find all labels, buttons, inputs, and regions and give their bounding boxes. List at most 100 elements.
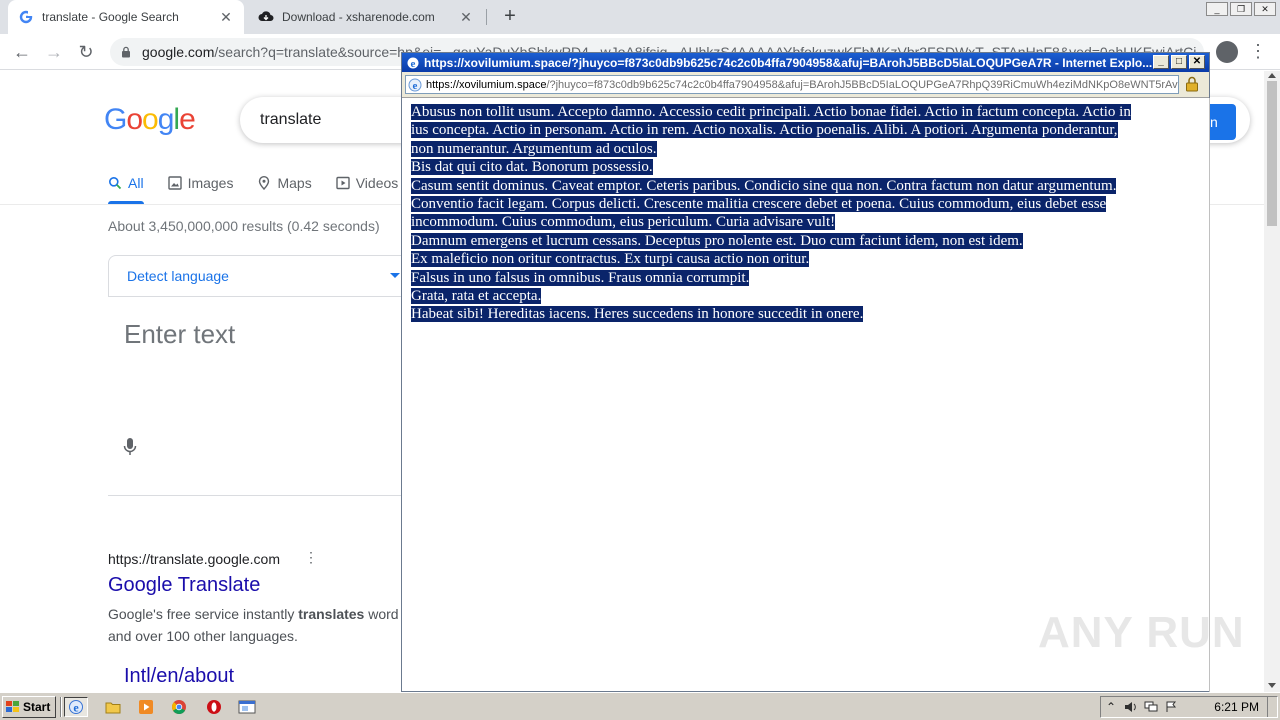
minimize-icon[interactable]: _ — [1153, 55, 1169, 69]
system-tray: ⌃ 6:21 PM — [1100, 696, 1278, 718]
selected-text-line: Casum sentit dominus. Caveat emptor. Cet… — [411, 177, 1189, 195]
microphone-icon[interactable] — [122, 437, 138, 457]
close-tab-icon[interactable]: ✕ — [458, 9, 474, 25]
result-snippet: Google's free service instantly translat… — [108, 603, 408, 647]
network-icon[interactable] — [1141, 699, 1161, 715]
selected-text[interactable]: Abusus non tollit usum. Accepto damno. A… — [411, 104, 1131, 120]
tab-title: Download - xsharenode.com — [282, 10, 435, 24]
new-tab-button[interactable]: + — [498, 5, 522, 29]
window-icon[interactable] — [235, 697, 259, 717]
ie-window-edge — [1209, 98, 1210, 692]
scrollbar-thumb[interactable] — [1267, 81, 1277, 226]
volume-icon[interactable] — [1121, 699, 1141, 715]
logo-letter: g — [157, 103, 175, 136]
logo-letter: o — [126, 103, 143, 136]
forward-arrow-icon[interactable]: → — [42, 40, 66, 64]
ie-page-icon: e — [408, 78, 422, 92]
ie-title-bar[interactable]: e https://xovilumium.space/?jhuyco=f873c… — [402, 53, 1209, 72]
svg-text:e: e — [73, 701, 79, 715]
close-tab-icon[interactable]: ✕ — [218, 9, 234, 25]
ie-page-content: Abusus non tollit usum. Accepto damno. A… — [411, 103, 1189, 324]
map-pin-icon — [257, 176, 271, 190]
taskbar-separator — [60, 697, 62, 717]
tab-all[interactable]: All — [108, 171, 144, 195]
back-arrow-icon[interactable]: ← — [10, 40, 34, 64]
maximize-icon[interactable]: □ — [1171, 55, 1187, 69]
tab-google-search[interactable]: translate - Google Search ✕ — [8, 0, 244, 34]
selected-text-line: Habeat sibi! Hereditas iacens. Heres suc… — [411, 305, 1189, 323]
taskbar-clock: 6:21 PM — [1214, 700, 1259, 714]
ie-address-bar[interactable]: e https://xovilumium.space/?jhuyco=f873c… — [405, 75, 1179, 94]
selected-text[interactable]: Falsus in uno falsus in omnibus. Fraus o… — [411, 269, 750, 286]
selected-text[interactable]: Bis dat qui cito dat. Bonorum possessio. — [411, 159, 653, 176]
svg-text:e: e — [411, 58, 416, 70]
svg-text:e: e — [413, 80, 418, 92]
tab-label: Maps — [277, 175, 312, 191]
restore-icon[interactable]: ❐ — [1230, 2, 1252, 16]
anyrun-watermark: ANY RUN — [1038, 608, 1245, 657]
tab-videos[interactable]: Videos — [336, 171, 398, 195]
source-language-label: Detect language — [127, 268, 229, 284]
tab-maps[interactable]: Maps — [257, 171, 312, 195]
selected-text[interactable]: incommodum. Cuius commodum, eius pericul… — [411, 214, 836, 231]
profile-avatar-icon[interactable] — [1216, 41, 1238, 63]
start-button[interactable]: Start — [2, 696, 56, 718]
opera-icon[interactable] — [202, 697, 226, 717]
selected-text[interactable]: non numerantur. Argumentum ad oculos. — [411, 140, 657, 157]
cloud-download-icon — [258, 9, 274, 25]
logo-letter: e — [179, 103, 196, 136]
ie-icon[interactable]: e — [64, 697, 88, 717]
translate-source-textarea[interactable]: Enter text — [124, 319, 235, 350]
minimize-icon[interactable]: _ — [1206, 2, 1228, 16]
selected-text-line: Falsus in uno falsus in omnibus. Fraus o… — [411, 269, 1189, 287]
image-icon — [167, 176, 182, 190]
selected-text-line: non numerantur. Argumentum ad oculos. — [411, 140, 1189, 158]
selected-text-line: ius concepta. Actio in personam. Actio i… — [411, 121, 1189, 139]
close-window-icon[interactable]: ✕ — [1189, 55, 1205, 69]
source-language-select[interactable]: Detect language — [108, 255, 408, 297]
selected-text[interactable]: Damnum emergens et lucrum cessans. Decep… — [411, 232, 1023, 249]
video-icon — [336, 176, 350, 190]
result-more-icon[interactable]: ⋮ — [304, 549, 318, 566]
show-desktop-button[interactable] — [1267, 697, 1277, 717]
windows-taskbar: Start e ⌃ 6:21 PM — [0, 692, 1280, 720]
tab-download-xsharenode[interactable]: Download - xsharenode.com ✕ — [248, 0, 484, 34]
google-g-icon — [18, 9, 34, 25]
selected-text[interactable]: Conventio facit legam. Corpus delicti. C… — [411, 196, 1107, 213]
selected-text[interactable]: Grata, rata et accepta. — [411, 288, 542, 305]
snippet-text: Google's free service instantly — [108, 606, 299, 622]
result-url[interactable]: https://translate.google.com — [108, 551, 280, 567]
selected-text[interactable]: ius concepta. Actio in personam. Actio i… — [411, 122, 1118, 139]
url-host: google.com — [142, 44, 215, 60]
selected-text[interactable]: Casum sentit dominus. Caveat emptor. Cet… — [411, 177, 1117, 194]
scroll-up-arrow-icon[interactable] — [1268, 73, 1276, 78]
page-scrollbar[interactable] — [1264, 71, 1280, 692]
selected-text[interactable]: Habeat sibi! Hereditas iacens. Heres suc… — [411, 306, 864, 323]
tab-images[interactable]: Images — [167, 171, 233, 195]
google-logo[interactable]: Google — [104, 103, 196, 137]
chrome-icon[interactable] — [167, 697, 191, 717]
result-stats: About 3,450,000,000 results (0.42 second… — [108, 218, 380, 234]
result-sublink[interactable]: Intl/en/about — [124, 665, 234, 688]
window-controls: _ ❐ ✕ — [1206, 2, 1276, 16]
search-tabs: All Images Maps Videos — [108, 171, 398, 195]
flag-notification-icon[interactable] — [1161, 699, 1181, 715]
folder-icon[interactable] — [101, 697, 125, 717]
padlock-icon[interactable] — [1185, 76, 1199, 92]
selected-text-line: Grata, rata et accepta. — [411, 287, 1189, 305]
translate-card-divider — [108, 495, 408, 496]
snippet-text: word — [364, 606, 399, 622]
media-player-icon[interactable] — [134, 697, 158, 717]
ie-url-host: https://xovilumium.space — [426, 78, 547, 91]
result-title-link[interactable]: Google Translate — [108, 574, 260, 597]
close-window-icon[interactable]: ✕ — [1254, 2, 1276, 16]
selected-text-line: Bis dat qui cito dat. Bonorum possessio. — [411, 158, 1189, 176]
reload-icon[interactable]: ↻ — [74, 40, 98, 64]
selected-text[interactable]: Ex maleficio non oritur contractus. Ex t… — [411, 251, 810, 268]
ie-window-title: https://xovilumium.space/?jhuyco=f873c0d… — [424, 55, 1153, 70]
search-icon — [108, 176, 122, 190]
tray-expand-icon[interactable]: ⌃ — [1101, 699, 1121, 715]
scroll-down-arrow-icon[interactable] — [1268, 683, 1276, 688]
start-label: Start — [23, 700, 51, 714]
chrome-menu-icon[interactable]: ⋮ — [1248, 40, 1268, 64]
